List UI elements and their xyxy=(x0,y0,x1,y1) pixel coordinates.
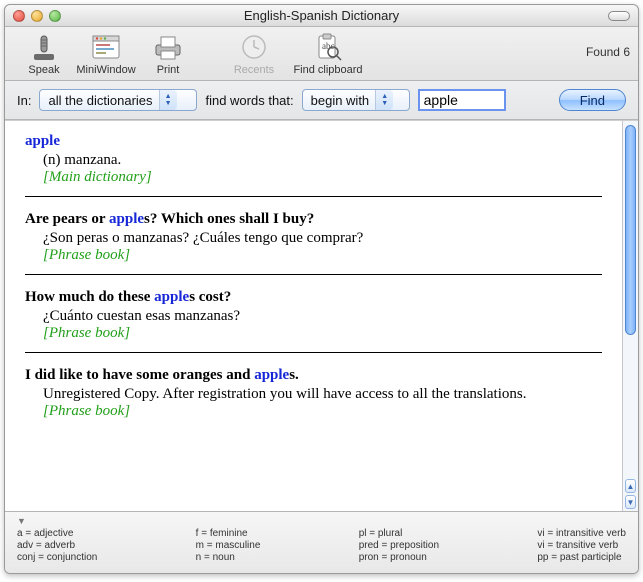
entry-definition: ¿Cuánto cuestan esas manzanas? xyxy=(43,306,602,325)
match-label: find words that: xyxy=(205,93,293,108)
legend-item: n = noun xyxy=(196,552,261,563)
chevron-updown-icon: ▲▼ xyxy=(375,90,393,110)
miniwindow-icon xyxy=(90,31,122,63)
print-button[interactable]: Print xyxy=(137,31,199,76)
match-highlight: apple xyxy=(25,133,60,149)
chevron-updown-icon: ▲▼ xyxy=(159,90,177,110)
legend-item: adv = adverb xyxy=(17,540,97,551)
legend-item: pred = preposition xyxy=(359,540,439,551)
titlebar: English-Spanish Dictionary xyxy=(5,5,638,27)
legend-item: a = adjective xyxy=(17,528,97,539)
separator xyxy=(25,274,602,275)
results-pane: apple(n) manzana.[Main dictionary]Are pe… xyxy=(5,121,622,511)
match-highlight: apple xyxy=(254,367,289,383)
result-entry: How much do these apples cost?¿Cuánto cu… xyxy=(25,289,602,342)
entry-definition: (n) manzana. xyxy=(43,150,602,169)
result-entry: Are pears or apples? Which ones shall I … xyxy=(25,211,602,264)
legend-toggle[interactable]: ▼ xyxy=(17,516,626,526)
legend-item: pl = plural xyxy=(359,528,439,539)
legend: ▼ a = adjectiveadv = adverbconj = conjun… xyxy=(5,511,638,573)
entry-source: [Main dictionary] xyxy=(43,169,602,186)
search-input[interactable] xyxy=(418,89,506,111)
entry-headline: How much do these apples cost? xyxy=(25,289,602,306)
scope-value: all the dictionaries xyxy=(48,93,158,108)
find-clipboard-label: Find clipboard xyxy=(293,64,362,76)
recents-label: Recents xyxy=(234,64,274,76)
legend-column: f = femininem = masculinen = noun xyxy=(196,528,261,563)
entry-definition: ¿Son peras o manzanas? ¿Cuáles tengo que… xyxy=(43,228,602,247)
scope-select[interactable]: all the dictionaries ▲▼ xyxy=(39,89,197,111)
microphone-icon xyxy=(28,31,60,63)
scroll-up-button[interactable]: ▲ xyxy=(625,479,636,493)
miniwindow-button[interactable]: MiniWindow xyxy=(75,31,137,76)
speak-label: Speak xyxy=(28,64,59,76)
app-window: English-Spanish Dictionary Speak xyxy=(4,4,639,574)
clipboard-search-icon: abc xyxy=(312,31,344,63)
miniwindow-label: MiniWindow xyxy=(76,64,135,76)
separator xyxy=(25,196,602,197)
match-highlight: apple xyxy=(109,211,144,227)
scope-label: In: xyxy=(17,93,31,108)
scroll-thumb[interactable] xyxy=(625,125,636,335)
scrollbar[interactable]: ▲ ▼ xyxy=(622,121,638,511)
window-title: English-Spanish Dictionary xyxy=(5,8,638,23)
entry-headline: apple xyxy=(25,133,602,150)
legend-column: pl = pluralpred = prepositionpron = pron… xyxy=(359,528,439,563)
find-clipboard-button[interactable]: abc Find clipboard xyxy=(285,31,371,76)
entry-headline: I did like to have some oranges and appl… xyxy=(25,367,602,384)
result-entry: I did like to have some oranges and appl… xyxy=(25,367,602,420)
legend-item: conj = conjunction xyxy=(17,552,97,563)
match-highlight: apple xyxy=(154,289,189,305)
content-wrap: apple(n) manzana.[Main dictionary]Are pe… xyxy=(5,120,638,511)
clock-icon xyxy=(238,31,270,63)
legend-item: vi = transitive verb xyxy=(537,540,626,551)
speak-button[interactable]: Speak xyxy=(13,31,75,76)
legend-item: vi = intransitive verb xyxy=(537,528,626,539)
match-mode-select[interactable]: begin with ▲▼ xyxy=(302,89,410,111)
entry-definition: Unregistered Copy. After registration yo… xyxy=(43,384,602,403)
match-mode-value: begin with xyxy=(311,93,376,108)
legend-item: f = feminine xyxy=(196,528,261,539)
legend-item: pron = pronoun xyxy=(359,552,439,563)
separator xyxy=(25,352,602,353)
scroll-down-button[interactable]: ▼ xyxy=(625,495,636,509)
entry-source: [Phrase book] xyxy=(43,247,602,264)
printer-icon xyxy=(152,31,184,63)
legend-item: m = masculine xyxy=(196,540,261,551)
entry-headline: Are pears or apples? Which ones shall I … xyxy=(25,211,602,228)
entry-source: [Phrase book] xyxy=(43,403,602,420)
find-button[interactable]: Find xyxy=(559,89,626,111)
entry-source: [Phrase book] xyxy=(43,325,602,342)
legend-item: pp = past participle xyxy=(537,552,626,563)
results-count: Found 6 xyxy=(586,45,630,62)
search-bar: In: all the dictionaries ▲▼ find words t… xyxy=(5,81,638,120)
legend-column: vi = intransitive verbvi = transitive ve… xyxy=(537,528,626,563)
result-entry: apple(n) manzana.[Main dictionary] xyxy=(25,133,602,186)
recents-button[interactable]: Recents xyxy=(223,31,285,76)
toolbar: Speak MiniWindow xyxy=(5,27,638,81)
print-label: Print xyxy=(157,64,180,76)
legend-column: a = adjectiveadv = adverbconj = conjunct… xyxy=(17,528,97,563)
